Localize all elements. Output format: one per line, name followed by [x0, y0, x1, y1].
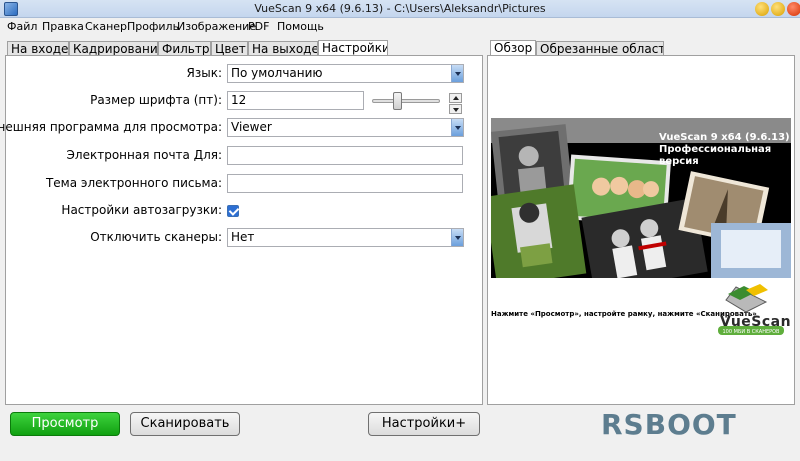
chevron-down-icon[interactable] — [451, 119, 463, 136]
preview-panel: VueScan 9 x64 (9.6.13) Профессиональная … — [487, 55, 795, 405]
menu-scanner[interactable]: Сканер — [85, 20, 127, 33]
disable-scanners-select[interactable]: Нет — [227, 228, 464, 247]
tab-color[interactable]: Цвет — [211, 41, 248, 56]
scan-button[interactable]: Сканировать — [130, 412, 240, 436]
spin-down-icon[interactable] — [449, 104, 462, 114]
viewer-label: Внешняя программа для просмотра: — [0, 120, 222, 134]
menu-help[interactable]: Помощь — [277, 20, 324, 33]
email-label: Электронная почта Для: — [66, 148, 222, 162]
font-size-slider-thumb[interactable] — [393, 92, 402, 110]
tab-cropped-area[interactable]: Обрезанные область — [536, 41, 664, 56]
menu-bar: Файл Правка Сканер Профиль Изображение P… — [0, 18, 800, 36]
autoload-label: Настройки автозагрузки: — [61, 203, 222, 217]
more-settings-button[interactable]: Настройки+ — [368, 412, 480, 436]
tab-input[interactable]: На входе — [7, 41, 69, 56]
menu-file[interactable]: Файл — [7, 20, 37, 33]
menu-pdf[interactable]: PDF — [248, 20, 269, 33]
menu-profile[interactable]: Профиль — [127, 20, 179, 33]
menu-image[interactable]: Изображение — [177, 20, 256, 33]
viewer-value: Viewer — [231, 120, 272, 134]
autoload-checkbox[interactable] — [227, 205, 239, 217]
tab-crop[interactable]: Кадрирование — [69, 41, 158, 56]
language-label: Язык: — [186, 66, 222, 80]
splash-title: VueScan 9 x64 (9.6.13) Профессиональная … — [659, 132, 791, 168]
minimize-icon[interactable] — [755, 2, 769, 16]
font-size-value: 12 — [231, 93, 247, 107]
language-select[interactable]: По умолчанию — [227, 64, 464, 83]
email-subject-field[interactable] — [227, 174, 463, 193]
chevron-down-icon[interactable] — [451, 65, 463, 82]
email-subject-label: Тема электронного письма: — [45, 176, 222, 190]
close-icon[interactable] — [787, 2, 800, 16]
viewer-select[interactable]: Viewer — [227, 118, 464, 137]
rsboot-watermark: RSBOOT — [601, 408, 737, 441]
preview-button[interactable]: Просмотр — [10, 412, 120, 436]
settings-panel: Язык: По умолчанию Размер шрифта (пт): 1… — [0, 55, 483, 405]
splash-image: VueScan 9 x64 (9.6.13) Профессиональная … — [491, 118, 791, 278]
chevron-down-icon[interactable] — [451, 229, 463, 246]
menu-edit[interactable]: Правка — [42, 20, 84, 33]
disable-scanners-label: Отключить сканеры: — [90, 230, 222, 244]
font-size-input[interactable]: 12 — [227, 91, 364, 110]
title-bar: VueScan 9 x64 (9.6.13) - C:\Users\Aleksa… — [0, 0, 800, 18]
splash-title-line-1: VueScan 9 x64 (9.6.13) — [659, 132, 790, 143]
window-title: VueScan 9 x64 (9.6.13) - C:\Users\Aleksa… — [254, 2, 546, 15]
font-size-label: Размер шрифта (пт): — [90, 93, 222, 107]
font-size-slider-track[interactable] — [372, 99, 440, 103]
tab-output[interactable]: На выходе — [248, 41, 318, 56]
disable-scanners-value: Нет — [231, 230, 255, 244]
tab-filter[interactable]: Фильтр — [158, 41, 211, 56]
email-field[interactable] — [227, 146, 463, 165]
spin-up-icon[interactable] — [449, 93, 462, 103]
language-value: По умолчанию — [231, 66, 323, 80]
vuescan-logo-text: VueScan — [720, 314, 792, 330]
splash-title-line-2: Профессиональная версия — [659, 144, 772, 167]
maximize-icon[interactable] — [771, 2, 785, 16]
